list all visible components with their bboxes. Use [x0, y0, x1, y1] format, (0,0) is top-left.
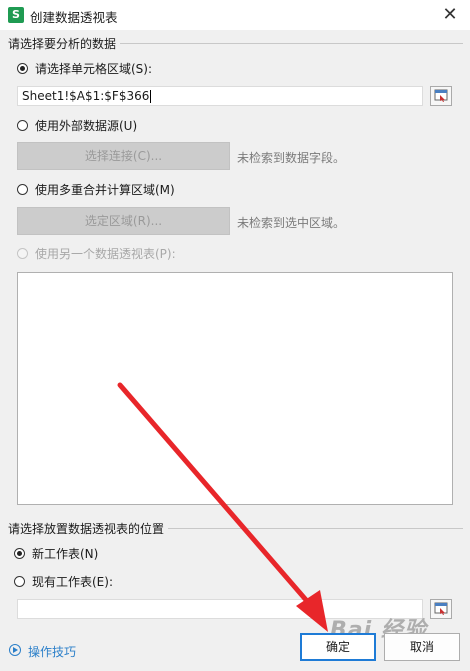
- choose-region-button[interactable]: 选定区域(R)...: [17, 207, 230, 235]
- source-section-divider: [120, 43, 463, 44]
- range-select-icon: [434, 602, 448, 615]
- radio-new-worksheet-label[interactable]: 新工作表(N): [32, 545, 98, 562]
- radio-external-source[interactable]: [17, 120, 28, 131]
- radio-existing-worksheet[interactable]: [14, 576, 25, 587]
- ok-button[interactable]: 确定: [300, 633, 376, 661]
- cancel-button[interactable]: 取消: [384, 633, 460, 661]
- consolidate-hint-text: 未检索到选中区域。: [237, 216, 346, 230]
- play-circle-icon[interactable]: [9, 644, 21, 656]
- choose-connection-button[interactable]: 选择连接(C)...: [17, 142, 230, 170]
- radio-cell-range-label[interactable]: 请选择单元格区域(S):: [35, 60, 152, 77]
- location-picker-button[interactable]: [430, 599, 452, 619]
- range-picker-button[interactable]: [430, 86, 452, 106]
- radio-other-pivot-label[interactable]: 使用另一个数据透视表(P):: [35, 245, 176, 262]
- placement-section-label: 请选择放置数据透视表的位置: [8, 522, 165, 536]
- dialog-title: 创建数据透视表: [30, 10, 118, 25]
- radio-multiple-consolidation-label[interactable]: 使用多重合并计算区域(M): [35, 181, 175, 198]
- cell-range-input[interactable]: Sheet1!$A$1:$F$366: [17, 86, 423, 106]
- radio-external-source-label[interactable]: 使用外部数据源(U): [35, 117, 137, 134]
- operation-tips-link[interactable]: 操作技巧: [28, 643, 76, 660]
- radio-new-worksheet[interactable]: [14, 548, 25, 559]
- cell-range-value: Sheet1!$A$1:$F$366: [22, 89, 150, 103]
- text-caret: [150, 90, 152, 103]
- range-select-icon: [434, 89, 448, 102]
- radio-multiple-consolidation[interactable]: [17, 184, 28, 195]
- radio-cell-range[interactable]: [17, 63, 28, 74]
- app-logo-icon: S: [8, 7, 24, 23]
- source-section-label: 请选择要分析的数据: [8, 37, 117, 51]
- pivot-table-list[interactable]: [17, 272, 453, 505]
- close-icon[interactable]: ✕: [438, 3, 462, 27]
- radio-existing-worksheet-label[interactable]: 现有工作表(E):: [32, 573, 113, 590]
- radio-other-pivot[interactable]: [17, 248, 28, 259]
- external-hint-text: 未检索到数据字段。: [237, 151, 346, 165]
- placement-section-divider: [168, 528, 463, 529]
